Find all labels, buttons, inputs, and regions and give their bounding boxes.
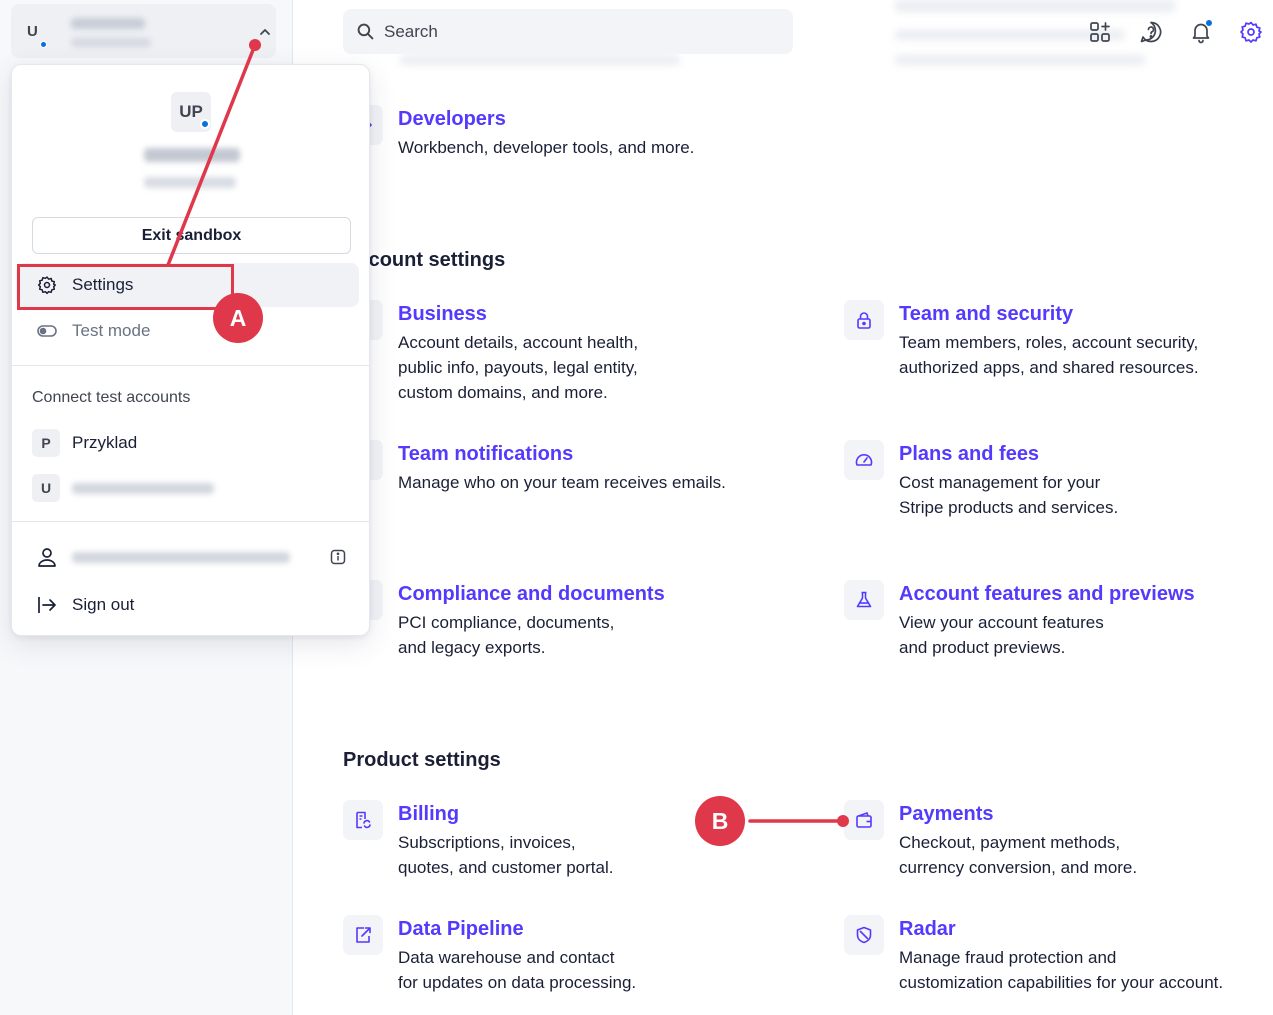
desc-line: PCI compliance, documents, bbox=[398, 613, 615, 632]
status-dot bbox=[40, 41, 47, 48]
desc-line: Subscriptions, invoices, bbox=[398, 833, 576, 852]
divider bbox=[12, 521, 369, 522]
billing-icon bbox=[343, 800, 383, 840]
annotation-badge-b: B bbox=[695, 796, 745, 846]
account-features-desc: View your account features and product p… bbox=[899, 610, 1104, 660]
blurred-account-name bbox=[144, 148, 240, 162]
annotation-badge-a: A bbox=[213, 293, 263, 343]
payments-desc: Checkout, payment methods, currency conv… bbox=[899, 830, 1137, 880]
desc-line: custom domains, and more. bbox=[398, 383, 608, 402]
menu-item-test-mode[interactable]: Test mode bbox=[16, 309, 359, 353]
desc-line: quotes, and customer portal. bbox=[398, 858, 614, 877]
status-dot bbox=[200, 119, 210, 129]
payments-link[interactable]: Payments bbox=[899, 803, 994, 826]
shield-icon bbox=[844, 915, 884, 955]
desc-line: Team members, roles, account security, bbox=[899, 333, 1199, 352]
desc-line: Account details, account health, bbox=[398, 333, 639, 352]
sign-out-icon bbox=[38, 597, 56, 613]
plans-and-fees-link[interactable]: Plans and fees bbox=[899, 443, 1039, 466]
account-name: Przyklad bbox=[72, 433, 138, 452]
faded-background bbox=[400, 55, 680, 65]
menu-item-label: Test mode bbox=[72, 321, 151, 340]
notification-dot bbox=[1205, 19, 1213, 27]
desc-line: Stripe products and services. bbox=[899, 498, 1119, 517]
search-icon bbox=[357, 23, 374, 40]
divider bbox=[12, 365, 369, 366]
test-account-row[interactable]: P Przyklad bbox=[32, 427, 137, 459]
connect-accounts-label: Connect test accounts bbox=[32, 389, 191, 406]
exit-sandbox-button[interactable]: Exit sandbox bbox=[32, 217, 351, 254]
search-bar[interactable] bbox=[343, 9, 793, 54]
desc-line: authorized apps, and shared resources. bbox=[899, 358, 1199, 377]
desc-line: currency conversion, and more. bbox=[899, 858, 1138, 877]
desc-line: Cost management for your bbox=[899, 473, 1101, 492]
flask-icon bbox=[844, 580, 884, 620]
radar-desc: Manage fraud protection and customizatio… bbox=[899, 945, 1223, 995]
compliance-and-documents-desc: PCI compliance, documents, and legacy ex… bbox=[398, 610, 614, 660]
user-email-row[interactable] bbox=[36, 543, 346, 571]
developers-link[interactable]: Developers bbox=[398, 108, 506, 131]
desc-line: and legacy exports. bbox=[398, 638, 546, 657]
team-notifications-desc: Manage who on your team receives emails. bbox=[398, 470, 726, 495]
account-switcher[interactable]: U bbox=[11, 4, 276, 58]
sign-out-button[interactable]: Sign out bbox=[36, 591, 134, 619]
data-pipeline-icon bbox=[343, 915, 383, 955]
blurred-account-subtitle bbox=[71, 38, 151, 47]
business-desc: Account details, account health, public … bbox=[398, 330, 638, 405]
account-badge: U bbox=[32, 474, 60, 502]
toggle-icon bbox=[36, 320, 58, 342]
apps-add-icon[interactable] bbox=[1087, 19, 1113, 45]
product-settings-heading: Product settings bbox=[343, 749, 501, 771]
business-link[interactable]: Business bbox=[398, 303, 487, 326]
radar-link[interactable]: Radar bbox=[899, 918, 956, 941]
account-initial: U bbox=[27, 23, 38, 40]
desc-line: Checkout, payment methods, bbox=[899, 833, 1121, 852]
faded-background bbox=[895, 55, 1145, 65]
faded-background bbox=[895, 0, 1175, 12]
team-and-security-desc: Team members, roles, account security, a… bbox=[899, 330, 1199, 380]
blurred-account-name bbox=[71, 18, 145, 29]
desc-line: for updates on data processing. bbox=[398, 973, 637, 992]
billing-link[interactable]: Billing bbox=[398, 803, 459, 826]
help-icon[interactable] bbox=[1138, 19, 1164, 45]
desc-line: customization capabilities for your acco… bbox=[899, 973, 1224, 992]
test-account-row[interactable]: U bbox=[32, 472, 214, 504]
desc-line: Data warehouse and contact bbox=[398, 948, 615, 967]
plans-and-fees-desc: Cost management for your Stripe products… bbox=[899, 470, 1118, 520]
gauge-icon bbox=[844, 440, 884, 480]
blurred-account-subtitle bbox=[144, 177, 236, 188]
desc-line: public info, payouts, legal entity, bbox=[398, 358, 638, 377]
developers-desc: Workbench, developer tools, and more. bbox=[398, 138, 695, 157]
desc-line: and product previews. bbox=[899, 638, 1066, 657]
desc-line: View your account features bbox=[899, 613, 1104, 632]
desc-line: Manage fraud protection and bbox=[899, 948, 1117, 967]
chevron-up-icon bbox=[260, 29, 270, 35]
user-icon bbox=[38, 548, 56, 567]
desc-line: Manage who on your team receives emails. bbox=[398, 473, 726, 492]
account-badge: P bbox=[32, 429, 60, 457]
blurred-account-name bbox=[72, 482, 214, 494]
data-pipeline-desc: Data warehouse and contact for updates o… bbox=[398, 945, 636, 995]
wallet-icon bbox=[844, 800, 884, 840]
data-pipeline-link[interactable]: Data Pipeline bbox=[398, 918, 524, 941]
blurred-email bbox=[72, 551, 290, 563]
account-features-link[interactable]: Account features and previews bbox=[899, 583, 1195, 606]
annotation-highlight-box bbox=[17, 264, 234, 310]
team-notifications-link[interactable]: Team notifications bbox=[398, 443, 573, 466]
lock-icon bbox=[844, 300, 884, 340]
team-and-security-link[interactable]: Team and security bbox=[899, 303, 1073, 326]
sign-out-label: Sign out bbox=[72, 595, 135, 614]
info-icon[interactable] bbox=[330, 549, 346, 565]
settings-gear-icon[interactable] bbox=[1238, 19, 1264, 45]
billing-desc: Subscriptions, invoices, quotes, and cus… bbox=[398, 830, 613, 880]
search-input[interactable] bbox=[384, 21, 764, 42]
compliance-and-documents-link[interactable]: Compliance and documents bbox=[398, 583, 665, 606]
account-dropdown-menu: UP Exit sandbox Settings Test mode Conne… bbox=[11, 64, 370, 636]
